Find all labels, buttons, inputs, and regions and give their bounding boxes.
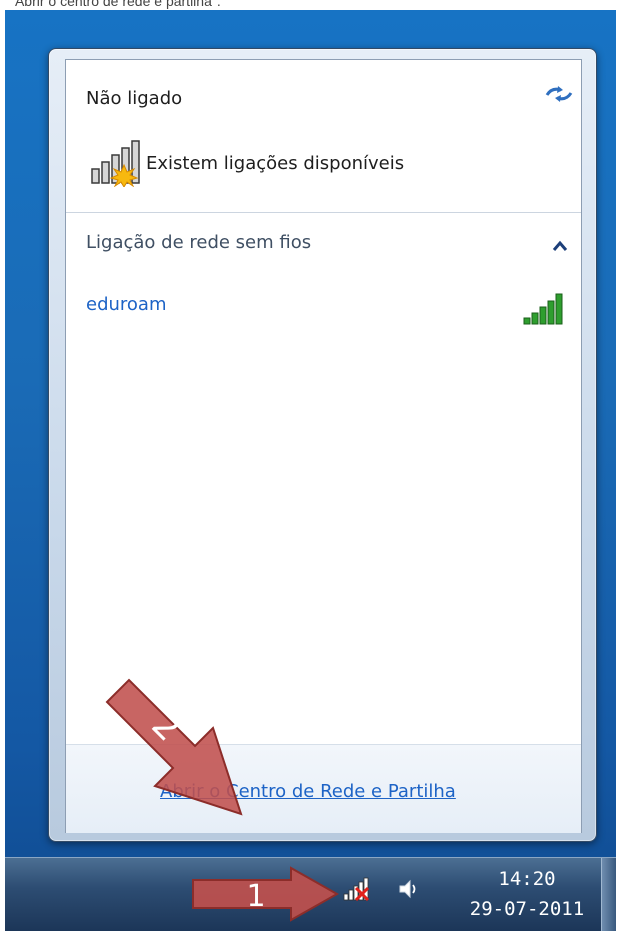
signal-warning-icon — [91, 140, 140, 187]
chevron-up-icon[interactable] — [552, 240, 568, 252]
network-name: eduroam — [86, 294, 167, 315]
connection-status-subtitle-row: Existem ligações disponíveis — [90, 138, 404, 188]
connection-status-title: Não ligado — [86, 88, 183, 109]
clock-date: 29-07-2011 — [469, 898, 585, 920]
header-divider — [66, 212, 581, 213]
connection-status-subtitle: Existem ligações disponíveis — [146, 152, 405, 174]
show-desktop-button[interactable] — [601, 858, 616, 931]
system-clock[interactable]: 14:20 29-07-2011 — [465, 864, 589, 924]
network-disconnected-icon[interactable] — [343, 876, 373, 902]
wireless-section-label: Ligação de rede sem fios — [86, 232, 312, 253]
signal-strength-icon — [523, 293, 563, 325]
refresh-icon[interactable] — [544, 82, 574, 106]
annotation-arrow-1: 1 — [192, 866, 340, 922]
speaker-icon[interactable] — [397, 878, 421, 900]
clock-time: 14:20 — [498, 868, 556, 890]
annotation-arrow-1-label: 1 — [246, 879, 265, 914]
annotation-arrow-2: 2 — [105, 678, 243, 816]
flyout-header: Não ligado Existem ligações disponíveis — [66, 60, 581, 212]
wireless-section-header[interactable]: Ligação de rede sem fios — [66, 228, 581, 268]
taskbar: 1 14:20 29-07-2011 — [5, 857, 616, 931]
network-item-eduroam[interactable]: eduroam — [66, 286, 581, 330]
